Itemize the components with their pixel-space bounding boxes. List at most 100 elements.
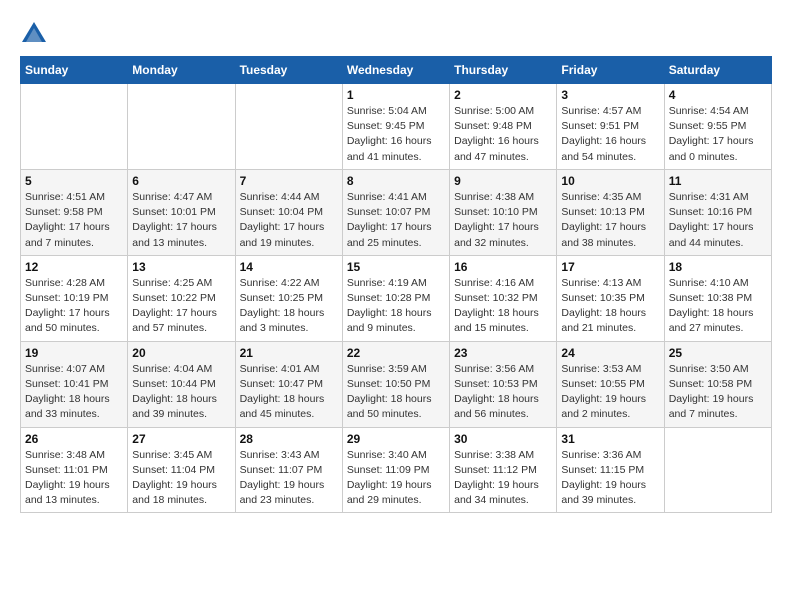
day-number: 26	[25, 432, 123, 446]
calendar-cell: 17 Sunrise: 4:13 AM Sunset: 10:35 PM Dayl…	[557, 255, 664, 341]
weekday-header: Tuesday	[235, 57, 342, 84]
day-info: Sunrise: 4:54 AM Sunset: 9:55 PM Dayligh…	[669, 104, 767, 165]
calendar-cell: 27Sunrise: 3:45 AM Sunset: 11:04 PM Dayl…	[128, 427, 235, 513]
day-info: Sunrise: 4:04 AM Sunset: 10:44 PM Daylig…	[132, 362, 230, 423]
day-info: Sunrise: 4:07 AM Sunset: 10:41 PM Daylig…	[25, 362, 123, 423]
day-number: 21	[240, 346, 338, 360]
weekday-header: Friday	[557, 57, 664, 84]
logo-icon	[20, 20, 48, 48]
weekday-header: Wednesday	[342, 57, 449, 84]
calendar-cell: 29Sunrise: 3:40 AM Sunset: 11:09 PM Dayl…	[342, 427, 449, 513]
calendar-cell: 16 Sunrise: 4:16 AM Sunset: 10:32 PM Dayl…	[450, 255, 557, 341]
day-number: 13	[132, 260, 230, 274]
weekday-header: Saturday	[664, 57, 771, 84]
day-info: Sunrise: 3:43 AM Sunset: 11:07 PM Daylig…	[240, 448, 338, 509]
weekday-header: Sunday	[21, 57, 128, 84]
calendar-cell: 19 Sunrise: 4:07 AM Sunset: 10:41 PM Dayl…	[21, 341, 128, 427]
day-info: Sunrise: 3:56 AM Sunset: 10:53 PM Daylig…	[454, 362, 552, 423]
calendar-cell: 3 Sunrise: 4:57 AM Sunset: 9:51 PM Daylig…	[557, 84, 664, 170]
calendar-week-row: 12 Sunrise: 4:28 AM Sunset: 10:19 PM Dayl…	[21, 255, 772, 341]
calendar-cell: 28 Sunrise: 3:43 AM Sunset: 11:07 PM Dayl…	[235, 427, 342, 513]
day-info: Sunrise: 4:10 AM Sunset: 10:38 PM Daylig…	[669, 276, 767, 337]
calendar-cell: 12 Sunrise: 4:28 AM Sunset: 10:19 PM Dayl…	[21, 255, 128, 341]
calendar-cell: 22 Sunrise: 3:59 AM Sunset: 10:50 PM Dayl…	[342, 341, 449, 427]
day-info: Sunrise: 5:04 AM Sunset: 9:45 PM Dayligh…	[347, 104, 445, 165]
calendar-cell: 1 Sunrise: 5:04 AM Sunset: 9:45 PM Daylig…	[342, 84, 449, 170]
day-info: Sunrise: 4:35 AM Sunset: 10:13 PM Daylig…	[561, 190, 659, 251]
day-number: 20	[132, 346, 230, 360]
calendar-cell: 20 Sunrise: 4:04 AM Sunset: 10:44 PM Dayl…	[128, 341, 235, 427]
day-number: 11	[669, 174, 767, 188]
calendar-cell: 30 Sunrise: 3:38 AM Sunset: 11:12 PM Dayl…	[450, 427, 557, 513]
day-info: Sunrise: 3:38 AM Sunset: 11:12 PM Daylig…	[454, 448, 552, 509]
day-number: 18	[669, 260, 767, 274]
calendar-cell	[235, 84, 342, 170]
calendar-cell: 10Sunrise: 4:35 AM Sunset: 10:13 PM Dayl…	[557, 169, 664, 255]
calendar-cell: 24 Sunrise: 3:53 AM Sunset: 10:55 PM Dayl…	[557, 341, 664, 427]
day-number: 31	[561, 432, 659, 446]
day-info: Sunrise: 4:57 AM Sunset: 9:51 PM Dayligh…	[561, 104, 659, 165]
day-info: Sunrise: 4:19 AM Sunset: 10:28 PM Daylig…	[347, 276, 445, 337]
calendar-cell: 25 Sunrise: 3:50 AM Sunset: 10:58 PM Dayl…	[664, 341, 771, 427]
day-number: 4	[669, 88, 767, 102]
page-header	[20, 20, 772, 48]
day-info: Sunrise: 3:53 AM Sunset: 10:55 PM Daylig…	[561, 362, 659, 423]
day-number: 29	[347, 432, 445, 446]
day-number: 27	[132, 432, 230, 446]
day-info: Sunrise: 4:13 AM Sunset: 10:35 PM Daylig…	[561, 276, 659, 337]
calendar-week-row: 1 Sunrise: 5:04 AM Sunset: 9:45 PM Daylig…	[21, 84, 772, 170]
day-info: Sunrise: 4:28 AM Sunset: 10:19 PM Daylig…	[25, 276, 123, 337]
weekday-header: Thursday	[450, 57, 557, 84]
day-info: Sunrise: 3:59 AM Sunset: 10:50 PM Daylig…	[347, 362, 445, 423]
calendar-cell: 5 Sunrise: 4:51 AM Sunset: 9:58 PM Daylig…	[21, 169, 128, 255]
day-info: Sunrise: 3:50 AM Sunset: 10:58 PM Daylig…	[669, 362, 767, 423]
calendar-cell: 2 Sunrise: 5:00 AM Sunset: 9:48 PM Daylig…	[450, 84, 557, 170]
day-info: Sunrise: 4:22 AM Sunset: 10:25 PM Daylig…	[240, 276, 338, 337]
calendar-cell: 13 Sunrise: 4:25 AM Sunset: 10:22 PM Dayl…	[128, 255, 235, 341]
day-number: 1	[347, 88, 445, 102]
day-number: 24	[561, 346, 659, 360]
day-number: 2	[454, 88, 552, 102]
day-number: 16	[454, 260, 552, 274]
day-info: Sunrise: 4:44 AM Sunset: 10:04 PM Daylig…	[240, 190, 338, 251]
day-info: Sunrise: 4:16 AM Sunset: 10:32 PM Daylig…	[454, 276, 552, 337]
day-number: 15	[347, 260, 445, 274]
calendar-cell: 4 Sunrise: 4:54 AM Sunset: 9:55 PM Daylig…	[664, 84, 771, 170]
calendar-cell: 7 Sunrise: 4:44 AM Sunset: 10:04 PM Dayli…	[235, 169, 342, 255]
day-number: 7	[240, 174, 338, 188]
calendar-cell	[128, 84, 235, 170]
calendar-cell: 11 Sunrise: 4:31 AM Sunset: 10:16 PM Dayl…	[664, 169, 771, 255]
day-info: Sunrise: 3:36 AM Sunset: 11:15 PM Daylig…	[561, 448, 659, 509]
day-number: 22	[347, 346, 445, 360]
day-info: Sunrise: 4:41 AM Sunset: 10:07 PM Daylig…	[347, 190, 445, 251]
calendar-cell: 26Sunrise: 3:48 AM Sunset: 11:01 PM Dayl…	[21, 427, 128, 513]
day-number: 17	[561, 260, 659, 274]
calendar-cell: 21 Sunrise: 4:01 AM Sunset: 10:47 PM Dayl…	[235, 341, 342, 427]
weekday-header-row: SundayMondayTuesdayWednesdayThursdayFrid…	[21, 57, 772, 84]
day-info: Sunrise: 4:01 AM Sunset: 10:47 PM Daylig…	[240, 362, 338, 423]
day-number: 6	[132, 174, 230, 188]
day-info: Sunrise: 4:31 AM Sunset: 10:16 PM Daylig…	[669, 190, 767, 251]
day-number: 28	[240, 432, 338, 446]
day-number: 19	[25, 346, 123, 360]
day-info: Sunrise: 4:51 AM Sunset: 9:58 PM Dayligh…	[25, 190, 123, 251]
day-number: 12	[25, 260, 123, 274]
calendar-cell: 15 Sunrise: 4:19 AM Sunset: 10:28 PM Dayl…	[342, 255, 449, 341]
day-info: Sunrise: 5:00 AM Sunset: 9:48 PM Dayligh…	[454, 104, 552, 165]
day-info: Sunrise: 4:25 AM Sunset: 10:22 PM Daylig…	[132, 276, 230, 337]
day-number: 3	[561, 88, 659, 102]
day-number: 30	[454, 432, 552, 446]
calendar-cell: 14Sunrise: 4:22 AM Sunset: 10:25 PM Dayl…	[235, 255, 342, 341]
calendar-cell: 9Sunrise: 4:38 AM Sunset: 10:10 PM Dayli…	[450, 169, 557, 255]
calendar-week-row: 5 Sunrise: 4:51 AM Sunset: 9:58 PM Daylig…	[21, 169, 772, 255]
calendar-cell: 18 Sunrise: 4:10 AM Sunset: 10:38 PM Dayl…	[664, 255, 771, 341]
calendar-week-row: 26Sunrise: 3:48 AM Sunset: 11:01 PM Dayl…	[21, 427, 772, 513]
calendar-week-row: 19 Sunrise: 4:07 AM Sunset: 10:41 PM Dayl…	[21, 341, 772, 427]
calendar-cell: 6Sunrise: 4:47 AM Sunset: 10:01 PM Dayli…	[128, 169, 235, 255]
day-number: 25	[669, 346, 767, 360]
calendar-cell	[664, 427, 771, 513]
calendar-cell: 8Sunrise: 4:41 AM Sunset: 10:07 PM Dayli…	[342, 169, 449, 255]
day-number: 23	[454, 346, 552, 360]
day-number: 5	[25, 174, 123, 188]
day-info: Sunrise: 4:38 AM Sunset: 10:10 PM Daylig…	[454, 190, 552, 251]
